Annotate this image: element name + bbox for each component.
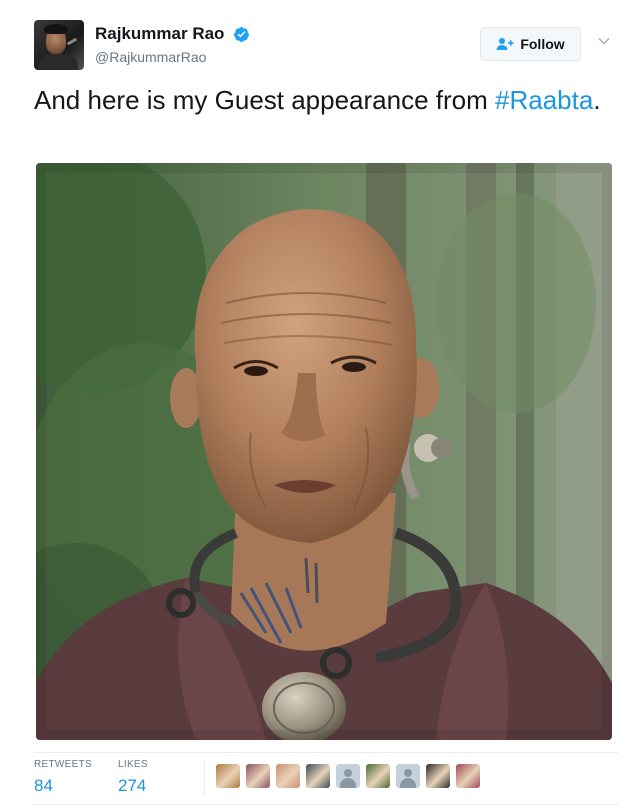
likers-avatars — [216, 764, 486, 790]
default-avatar-head — [404, 769, 412, 777]
author-avatar[interactable] — [34, 20, 84, 70]
verified-badge-icon — [233, 26, 249, 42]
likes-stat[interactable]: LIKES 274 — [118, 759, 148, 796]
liker-avatar[interactable] — [276, 764, 300, 788]
retweets-count[interactable]: 84 — [34, 776, 92, 796]
tweet-header: Rajkummar Rao @RajkummarRao Follow — [34, 20, 618, 72]
author-handle[interactable]: @RajkummarRao — [95, 49, 250, 65]
author-display-name[interactable]: Rajkummar Rao — [95, 24, 224, 44]
add-user-icon — [496, 38, 514, 50]
default-avatar-head — [344, 769, 352, 777]
tweet-stats: RETWEETS 84 LIKES 274 — [34, 752, 618, 803]
photo-illustration — [36, 163, 612, 740]
tweet-text-end: . — [593, 85, 601, 115]
liker-avatar[interactable] — [366, 764, 390, 788]
liker-avatar[interactable] — [306, 764, 330, 788]
hashtag-link[interactable]: #Raabta — [495, 85, 593, 115]
likes-label: LIKES — [118, 759, 148, 770]
liker-avatar[interactable] — [246, 764, 270, 788]
follow-button-label: Follow — [520, 36, 565, 52]
tweet-text-body: And here is my Guest appearance from — [34, 85, 496, 115]
retweets-stat[interactable]: RETWEETS 84 — [34, 759, 92, 796]
default-avatar-body — [400, 778, 416, 788]
liker-avatar[interactable] — [456, 764, 480, 788]
default-avatar-body — [340, 778, 356, 788]
stats-divider — [204, 761, 205, 795]
bottom-divider — [34, 804, 618, 805]
likes-count[interactable]: 274 — [118, 776, 148, 796]
retweets-label: RETWEETS — [34, 759, 92, 770]
avatar-microphone — [66, 37, 78, 46]
liker-avatar[interactable] — [216, 764, 240, 788]
author-name-block[interactable]: Rajkummar Rao @RajkummarRao — [95, 24, 250, 65]
default-avatar-icon[interactable] — [396, 764, 420, 788]
avatar-shirt — [38, 54, 78, 70]
avatar-hair — [44, 24, 68, 34]
tweet-text: And here is my Guest appearance from #Ra… — [34, 84, 618, 117]
tweet-photo[interactable] — [36, 163, 612, 740]
follow-button[interactable]: Follow — [480, 27, 581, 61]
liker-avatar[interactable] — [426, 764, 450, 788]
default-avatar-icon[interactable] — [336, 764, 360, 788]
chevron-down-icon[interactable] — [598, 36, 610, 46]
